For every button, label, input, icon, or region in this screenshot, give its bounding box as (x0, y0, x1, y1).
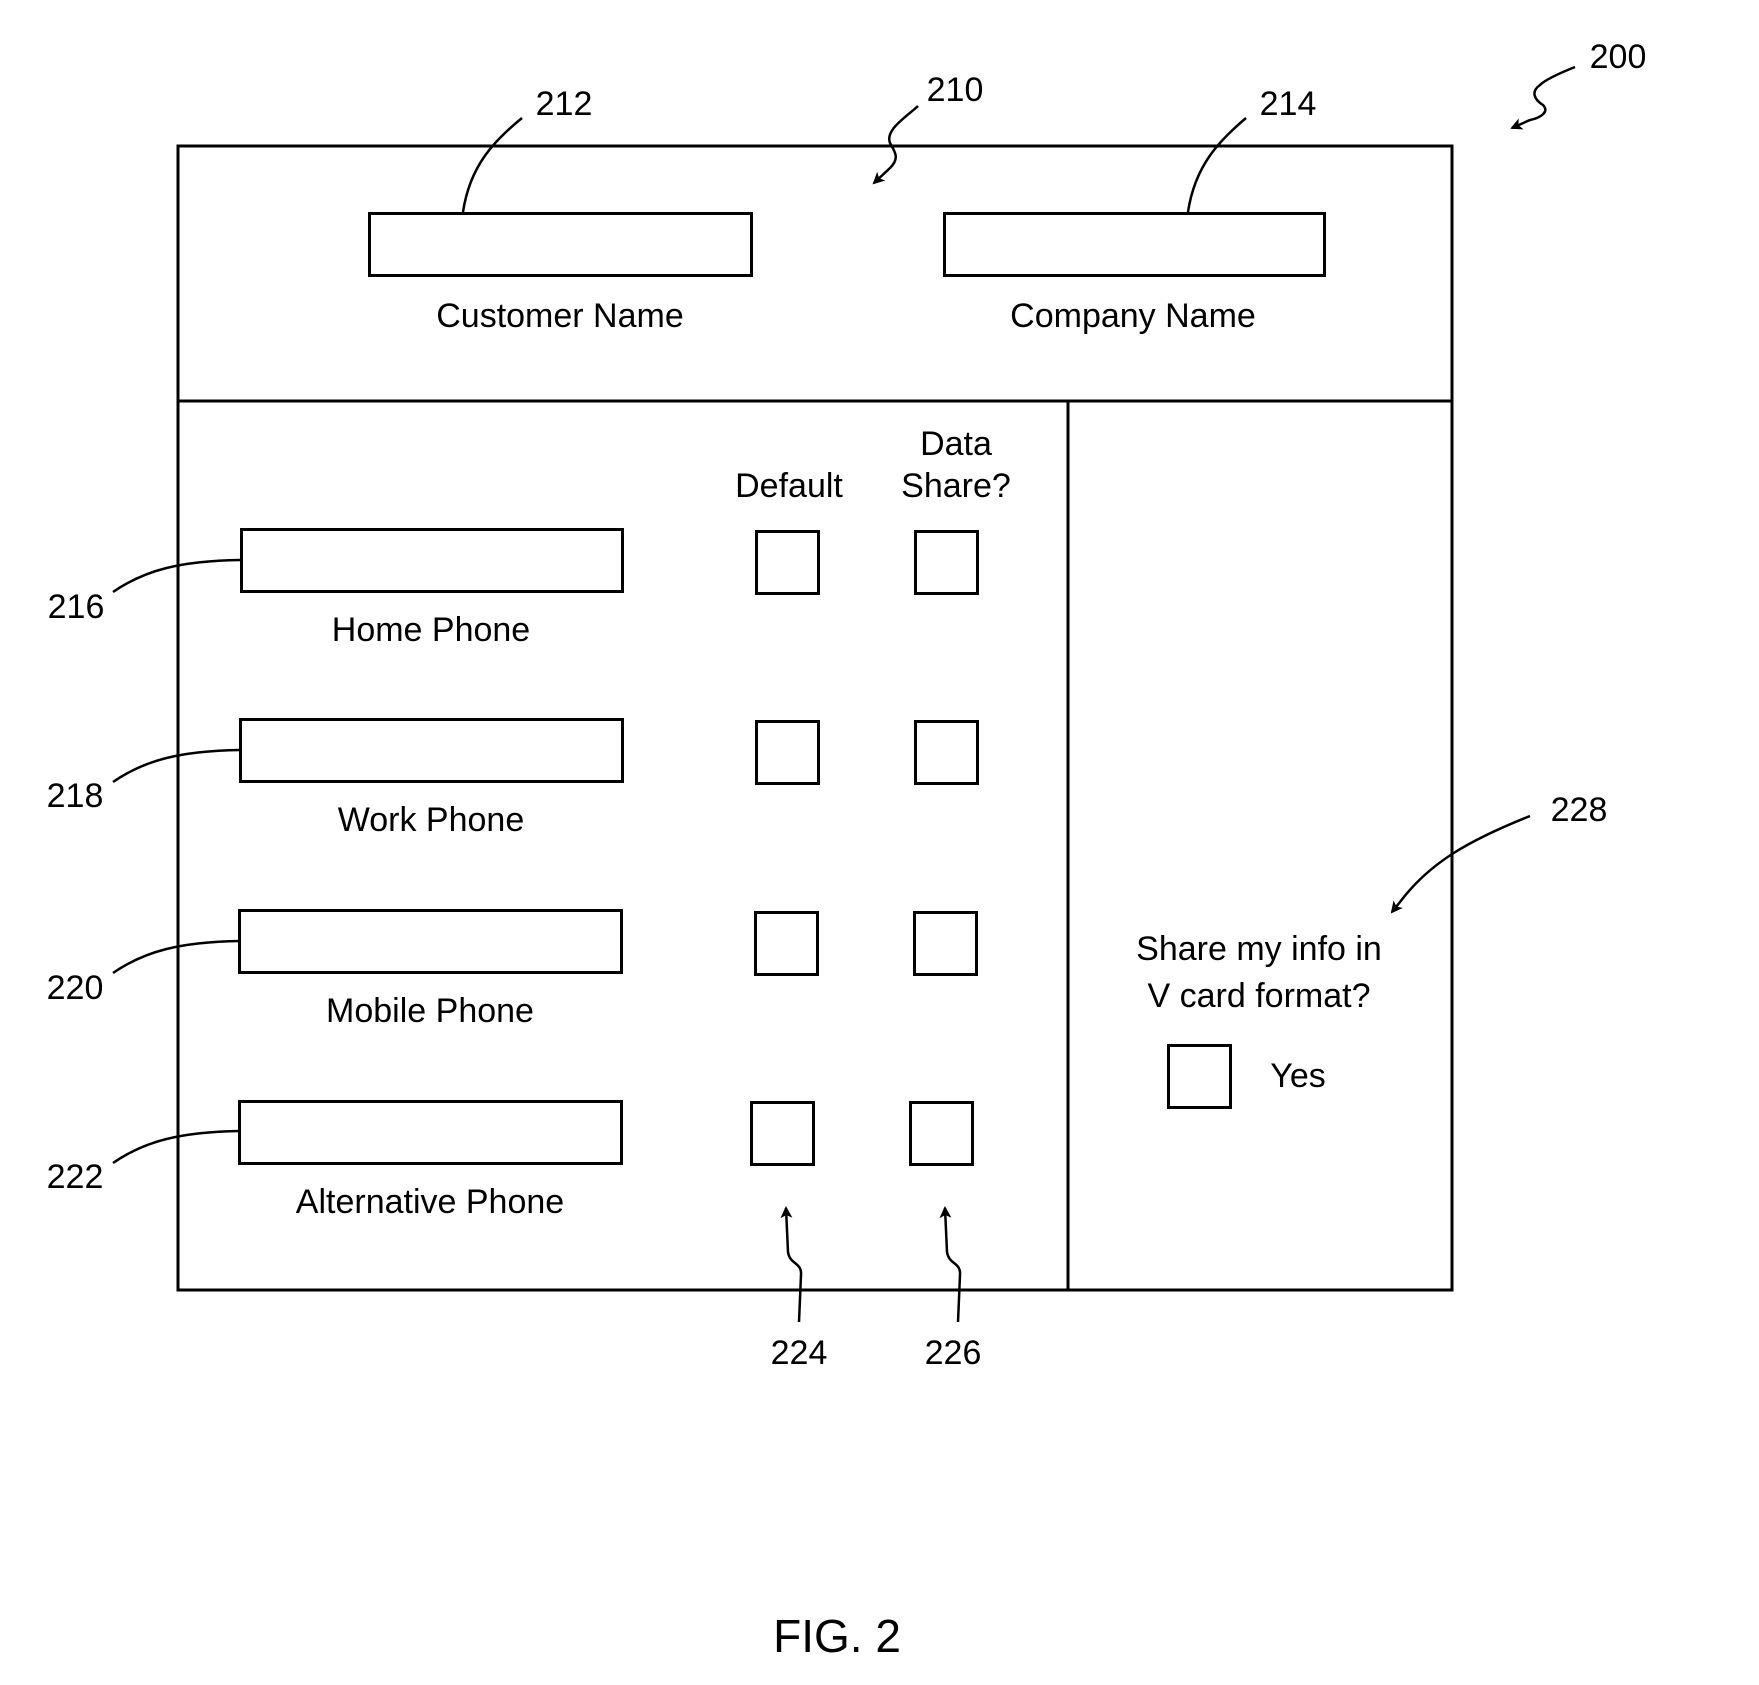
ref-numeral-216: 216 (47, 588, 105, 626)
ref-numeral-212: 212 (535, 85, 593, 123)
work-phone-data-share-checkbox[interactable] (914, 720, 979, 785)
alternative-phone-label: Alternative Phone (295, 1183, 565, 1221)
data-share-column-header-line1: Data (920, 425, 992, 463)
callout-220-leader (112, 939, 241, 975)
ref-numeral-218: 218 (46, 777, 104, 815)
home-phone-field[interactable] (240, 528, 624, 593)
vcard-question-line2: V card format? (1147, 977, 1371, 1015)
callout-224-leader (780, 1206, 803, 1323)
customer-name-field[interactable] (368, 212, 753, 277)
mobile-phone-data-share-checkbox[interactable] (913, 911, 978, 976)
callout-210-leader (872, 105, 919, 185)
callout-218-leader (112, 748, 241, 784)
ref-numeral-224: 224 (770, 1334, 828, 1372)
vcard-yes-checkbox[interactable] (1167, 1044, 1232, 1109)
ref-numeral-222: 222 (46, 1158, 104, 1196)
ref-numeral-200: 200 (1589, 38, 1647, 76)
callout-222-leader (112, 1129, 241, 1165)
mobile-phone-field[interactable] (238, 909, 623, 974)
work-phone-field[interactable] (239, 718, 624, 783)
home-phone-default-checkbox[interactable] (755, 530, 820, 595)
callout-216-leader (112, 558, 241, 594)
ref-numeral-228: 228 (1550, 791, 1608, 829)
data-share-column-header-line2: Share? (901, 467, 1011, 505)
callout-212-leader (461, 117, 523, 213)
company-name-label: Company Name (1010, 297, 1256, 335)
ref-numeral-226: 226 (924, 1334, 982, 1372)
home-phone-label: Home Phone (331, 611, 531, 649)
callout-228-leader (1390, 814, 1531, 914)
customer-name-label: Customer Name (436, 297, 684, 335)
ref-numeral-210: 210 (926, 71, 984, 109)
callout-226-leader (939, 1206, 962, 1323)
alternative-phone-default-checkbox[interactable] (750, 1101, 815, 1166)
callout-lines (112, 65, 1576, 1323)
mobile-phone-label: Mobile Phone (326, 992, 534, 1030)
callout-214-leader (1186, 117, 1247, 213)
figure-caption: FIG. 2 (773, 1610, 901, 1662)
alternative-phone-field[interactable] (238, 1100, 623, 1165)
callout-200-leader (1510, 65, 1576, 130)
default-column-header: Default (735, 467, 843, 505)
work-phone-label: Work Phone (337, 801, 525, 839)
work-phone-default-checkbox[interactable] (755, 720, 820, 785)
vcard-question-line1: Share my info in (1136, 930, 1382, 968)
home-phone-data-share-checkbox[interactable] (914, 530, 979, 595)
company-name-field[interactable] (943, 212, 1326, 277)
vcard-yes-label: Yes (1270, 1057, 1326, 1095)
ref-numeral-214: 214 (1259, 85, 1317, 123)
ref-numeral-220: 220 (46, 969, 104, 1007)
alternative-phone-data-share-checkbox[interactable] (909, 1101, 974, 1166)
mobile-phone-default-checkbox[interactable] (754, 911, 819, 976)
